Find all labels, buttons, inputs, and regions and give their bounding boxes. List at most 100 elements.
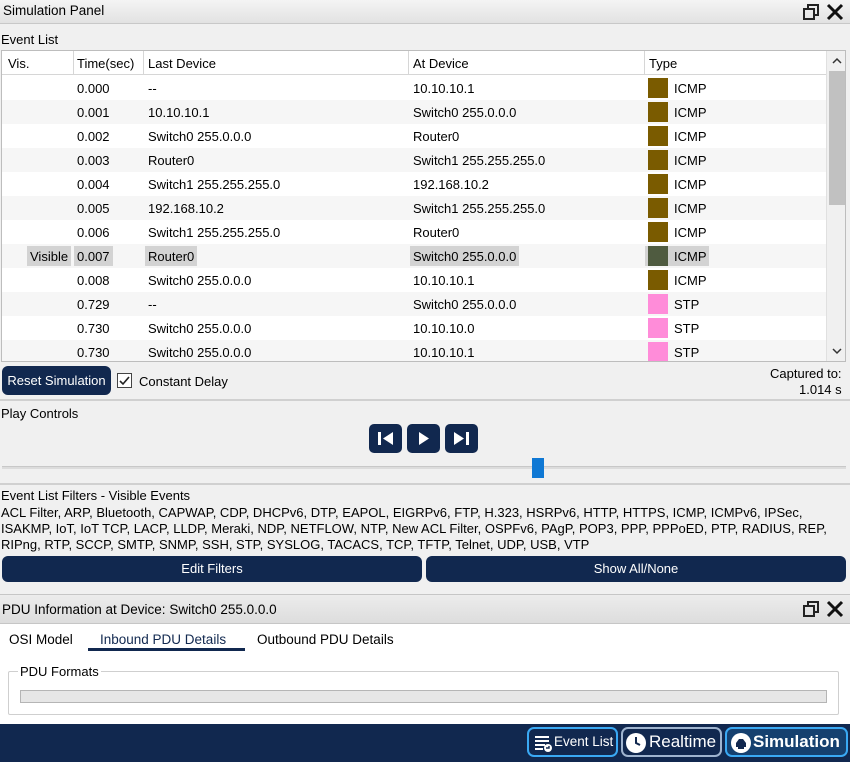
type-color-swatch bbox=[648, 318, 668, 338]
cell-at-device: Router0 bbox=[413, 225, 460, 240]
cell-type: STP bbox=[674, 345, 700, 360]
table-row[interactable]: 0.730 Switch0 255.0.0.0 10.10.10.0 STP bbox=[2, 316, 826, 340]
type-color-swatch bbox=[648, 78, 668, 98]
cell-time: 0.730 bbox=[77, 321, 110, 336]
cell-time: 0.003 bbox=[77, 153, 110, 168]
table-row[interactable]: 0.729 -- Switch0 255.0.0.0 STP bbox=[2, 292, 826, 316]
cell-time: 0.730 bbox=[77, 345, 110, 360]
realtime-button[interactable]: Realtime bbox=[621, 727, 722, 757]
scrollbar-thumb[interactable] bbox=[829, 71, 845, 205]
cell-type: ICMP bbox=[674, 249, 707, 264]
table-row[interactable]: 0.001 10.10.10.1 Switch0 255.0.0.0 ICMP bbox=[2, 100, 826, 124]
type-color-swatch bbox=[648, 294, 668, 314]
table-row[interactable]: 0.005 192.168.10.2 Switch1 255.255.255.0 IC… bbox=[2, 196, 826, 220]
cell-time: 0.002 bbox=[77, 129, 110, 144]
window-title: Simulation Panel bbox=[3, 3, 105, 18]
filters-label: Event List Filters - Visible Events bbox=[1, 488, 191, 503]
edit-filters-button[interactable]: Edit Filters bbox=[2, 556, 422, 582]
play-icon bbox=[419, 432, 429, 445]
horizontal-scrollbar[interactable] bbox=[20, 690, 827, 703]
type-color-swatch bbox=[648, 126, 668, 146]
cell-type: ICMP bbox=[674, 105, 707, 120]
cell-last-device: Switch0 255.0.0.0 bbox=[148, 321, 252, 336]
cell-at-device: 10.10.10.1 bbox=[413, 273, 475, 288]
cell-at-device: 10.10.10.1 bbox=[413, 345, 475, 360]
table-row[interactable]: 0.004 Switch1 255.255.255.0 192.168.10.2 IC… bbox=[2, 172, 826, 196]
visible-events-list: ACL Filter, ARP, Bluetooth, CAPWAP, CDP,… bbox=[1, 505, 827, 552]
type-color-swatch bbox=[648, 198, 668, 218]
scroll-down-icon[interactable] bbox=[831, 345, 843, 357]
undock-icon[interactable] bbox=[801, 2, 821, 22]
close-icon[interactable] bbox=[825, 599, 845, 619]
event-list-button[interactable]: Event List bbox=[527, 727, 618, 757]
cell-at-device: Switch0 255.0.0.0 bbox=[413, 297, 517, 312]
event-list-icon bbox=[535, 736, 552, 752]
event-list-label: Event List bbox=[1, 32, 59, 47]
column-header-last-device[interactable]: Last Device bbox=[148, 56, 216, 71]
tab-outbound-pdu-details[interactable]: Outbound PDU Details bbox=[257, 632, 394, 647]
vertical-scrollbar[interactable] bbox=[826, 51, 845, 361]
playback-slider-track[interactable] bbox=[2, 466, 846, 469]
undock-icon[interactable] bbox=[801, 599, 821, 619]
cell-last-device: Switch1 255.255.255.0 bbox=[148, 225, 281, 240]
column-header-type[interactable]: Type bbox=[649, 56, 677, 71]
playback-slider-thumb[interactable] bbox=[532, 458, 544, 478]
cell-at-device: 192.168.10.2 bbox=[413, 177, 489, 192]
column-header-time[interactable]: Time(sec) bbox=[77, 56, 134, 71]
column-header-vis[interactable]: Vis. bbox=[8, 56, 29, 71]
simulation-button[interactable]: Simulation bbox=[725, 727, 848, 757]
cell-last-device: -- bbox=[148, 297, 157, 312]
cell-time: 0.006 bbox=[77, 225, 110, 240]
capture-forward-button[interactable] bbox=[445, 424, 478, 453]
play-controls-label: Play Controls bbox=[1, 406, 79, 421]
cell-type: ICMP bbox=[674, 201, 707, 216]
play-button[interactable] bbox=[407, 424, 440, 453]
table-row[interactable]: 0.008 Switch0 255.0.0.0 10.10.10.1 ICMP bbox=[2, 268, 826, 292]
cell-at-device: Switch0 255.0.0.0 bbox=[413, 105, 517, 120]
type-color-swatch bbox=[648, 270, 668, 290]
pdu-formats-label: PDU Formats bbox=[18, 664, 101, 679]
scroll-up-icon[interactable] bbox=[831, 55, 843, 67]
type-color-swatch bbox=[648, 342, 668, 361]
reset-simulation-button[interactable]: Reset Simulation bbox=[2, 366, 111, 395]
cell-last-device: 10.10.10.1 bbox=[148, 105, 210, 120]
table-row[interactable]: 0.003 Router0 Switch1 255.255.255.0 ICMP bbox=[2, 148, 826, 172]
cell-last-device: Switch0 255.0.0.0 bbox=[148, 129, 252, 144]
divider bbox=[0, 483, 850, 485]
cell-time: 0.001 bbox=[77, 105, 110, 120]
cell-time: 0.004 bbox=[77, 177, 110, 192]
simulation-button-label: Simulation bbox=[753, 732, 840, 751]
column-header-at-device[interactable]: At Device bbox=[413, 56, 469, 71]
tab-inbound-pdu-details[interactable]: Inbound PDU Details bbox=[100, 632, 226, 647]
mode-bar bbox=[0, 724, 850, 762]
cell-last-device: Switch1 255.255.255.0 bbox=[148, 177, 281, 192]
cell-type: ICMP bbox=[674, 153, 707, 168]
cell-at-device: Router0 bbox=[413, 129, 460, 144]
cell-at-device: 10.10.10.1 bbox=[413, 81, 475, 96]
tab-osi-model[interactable]: OSI Model bbox=[9, 632, 73, 647]
cell-type: ICMP bbox=[674, 273, 707, 288]
type-color-swatch bbox=[648, 150, 668, 170]
table-row[interactable]: Visible 0.007 Router0 Switch0 255.0.0.0 ICMP bbox=[2, 244, 826, 268]
close-icon[interactable] bbox=[825, 2, 845, 22]
cell-type: ICMP bbox=[674, 81, 707, 96]
active-tab-indicator bbox=[88, 648, 245, 651]
table-row[interactable]: 0.000 -- 10.10.10.1 ICMP bbox=[2, 76, 826, 100]
table-row[interactable]: 0.006 Switch1 255.255.255.0 Router0 ICMP bbox=[2, 220, 826, 244]
window-titlebar: Simulation Panel bbox=[0, 0, 850, 24]
back-button[interactable] bbox=[369, 424, 402, 453]
constant-delay-label: Constant Delay bbox=[139, 374, 228, 389]
cell-at-device: Switch1 255.255.255.0 bbox=[413, 153, 546, 168]
clock-icon bbox=[626, 733, 646, 753]
type-color-swatch bbox=[648, 246, 668, 266]
cell-type: STP bbox=[674, 297, 700, 312]
table-row[interactable]: 0.002 Switch0 255.0.0.0 Router0 ICMP bbox=[2, 124, 826, 148]
cell-at-device: Switch0 255.0.0.0 bbox=[410, 246, 520, 266]
table-row[interactable]: 0.730 Switch0 255.0.0.0 10.10.10.1 STP bbox=[2, 340, 826, 361]
constant-delay-checkbox[interactable] bbox=[117, 373, 132, 388]
cell-type: ICMP bbox=[674, 177, 707, 192]
show-all-none-button[interactable]: Show All/None bbox=[426, 556, 846, 582]
simulation-icon bbox=[731, 733, 751, 753]
cell-last-device: Router0 bbox=[148, 153, 195, 168]
cell-type: STP bbox=[674, 321, 700, 336]
